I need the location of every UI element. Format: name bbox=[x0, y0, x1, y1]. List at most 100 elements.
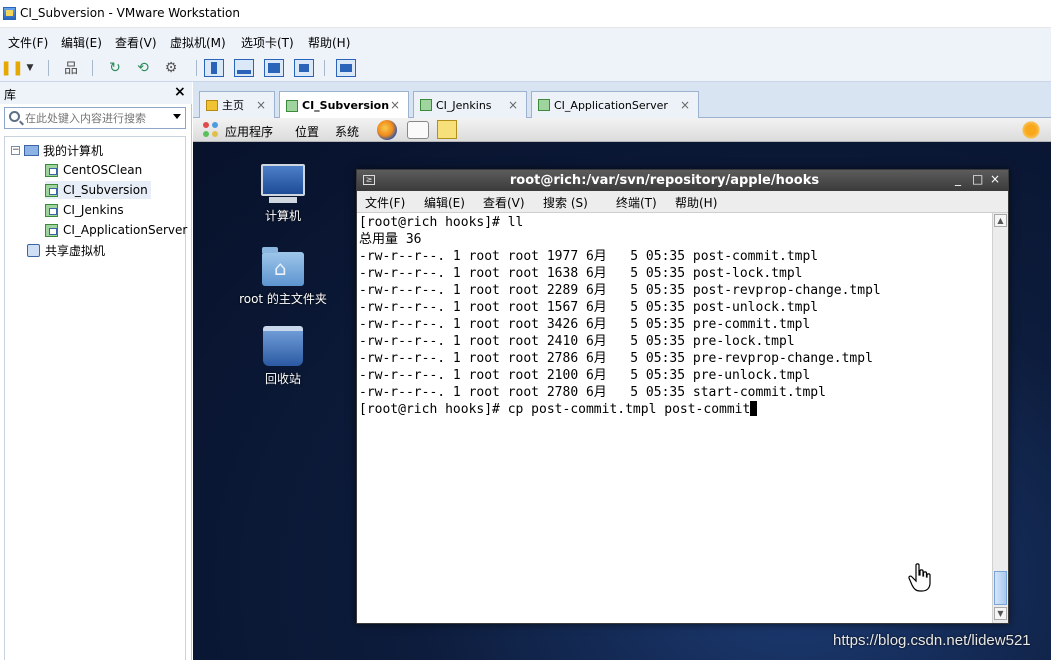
update-notification-icon[interactable] bbox=[1021, 120, 1041, 140]
terminal-menu-search[interactable]: 搜索 (S) bbox=[543, 194, 588, 211]
thumbnail-bar-icon[interactable] bbox=[234, 59, 254, 77]
mail-icon[interactable] bbox=[407, 121, 429, 139]
minimize-icon[interactable]: _ bbox=[955, 172, 961, 186]
vm-icon bbox=[538, 99, 550, 111]
computer-icon bbox=[24, 144, 39, 156]
guest-top-panel: 应用程序 位置 系统 bbox=[193, 118, 1051, 142]
menu-help[interactable]: 帮助(H) bbox=[308, 34, 350, 51]
applications-icon bbox=[203, 122, 219, 138]
menu-file[interactable]: 文件(F) bbox=[8, 34, 48, 51]
terminal-line: -rw-r--r--. 1 root root 2410 6月 5 05:35 … bbox=[359, 334, 795, 349]
library-header: 库 × bbox=[0, 82, 192, 104]
panel-places-menu[interactable]: 位置 bbox=[295, 123, 319, 140]
terminal-window[interactable]: ≥ root@rich:/var/svn/repository/apple/ho… bbox=[356, 169, 1009, 624]
terminal-menu-bar: 文件(F) 编辑(E) 查看(V) 搜索 (S) 终端(T) 帮助(H) bbox=[357, 191, 1008, 213]
scroll-up-icon[interactable]: ▲ bbox=[994, 214, 1007, 227]
terminal-menu-edit[interactable]: 编辑(E) bbox=[424, 194, 465, 211]
tree-item-label: CentOSClean bbox=[63, 163, 143, 177]
maximize-icon[interactable]: □ bbox=[972, 172, 983, 186]
terminal-menu-terminal[interactable]: 终端(T) bbox=[616, 194, 657, 211]
terminal-menu-view[interactable]: 查看(V) bbox=[483, 194, 525, 211]
toolbar-separator bbox=[48, 60, 49, 76]
home-folder-icon bbox=[262, 247, 304, 286]
full-screen-icon[interactable] bbox=[264, 59, 284, 77]
revert-snapshot-icon[interactable]: ⟲ bbox=[132, 58, 154, 78]
terminal-scrollbar[interactable]: ▲ ▼ bbox=[992, 213, 1008, 623]
vm-icon bbox=[45, 223, 58, 237]
search-dropdown-icon[interactable] bbox=[173, 114, 181, 119]
pause-icon[interactable]: ❚❚ bbox=[0, 58, 23, 78]
terminal-line: -rw-r--r--. 1 root root 1638 6月 5 05:35 … bbox=[359, 266, 803, 281]
tree-item-my-computer[interactable]: − 我的计算机 bbox=[11, 141, 103, 159]
tab-close-icon[interactable]: × bbox=[508, 98, 518, 112]
scrollbar-thumb[interactable] bbox=[994, 571, 1007, 605]
desktop-icon-trash[interactable]: 回收站 bbox=[228, 326, 338, 387]
vm-icon bbox=[45, 203, 58, 217]
library-close-icon[interactable]: × bbox=[174, 84, 186, 100]
hand-pointer-icon bbox=[908, 563, 931, 592]
menu-tabs[interactable]: 选项卡(T) bbox=[241, 34, 294, 51]
terminal-line: -rw-r--r--. 1 root root 2780 6月 5 05:35 … bbox=[359, 385, 826, 400]
library-title: 库 bbox=[4, 88, 17, 102]
tab-home[interactable]: 主页 × bbox=[199, 91, 275, 118]
terminal-prompt-line: [root@rich hooks]# cp post-commit.tmpl p… bbox=[359, 401, 758, 418]
show-library-icon[interactable] bbox=[204, 59, 224, 77]
terminal-line: -rw-r--r--. 1 root root 1977 6月 5 05:35 … bbox=[359, 249, 819, 264]
desktop-icon-computer[interactable]: 计算机 bbox=[228, 164, 338, 224]
terminal-line: -rw-r--r--. 1 root root 3426 6月 5 05:35 … bbox=[359, 317, 811, 332]
trash-icon bbox=[263, 326, 303, 366]
tree-item-centosclean[interactable]: CentOSClean bbox=[45, 161, 142, 179]
firefox-icon[interactable] bbox=[377, 120, 397, 140]
tab-close-icon[interactable]: × bbox=[390, 98, 400, 112]
desktop-icon-label: 计算机 bbox=[264, 209, 301, 223]
vm-icon bbox=[45, 163, 58, 177]
tree-item-label: CI_Jenkins bbox=[63, 203, 124, 217]
tree-item-shared-vms[interactable]: 共享虚拟机 bbox=[27, 241, 105, 259]
vm-screen[interactable]: 应用程序 位置 系统 计算机 root 的主文件夹 回收站 ≥ root@ric… bbox=[193, 118, 1051, 660]
terminal-line: -rw-r--r--. 1 root root 2786 6月 5 05:35 … bbox=[359, 351, 873, 366]
toolbar-separator bbox=[92, 60, 93, 76]
collapse-icon[interactable]: − bbox=[11, 145, 20, 155]
terminal-menu-help[interactable]: 帮助(H) bbox=[675, 194, 717, 211]
tab-ci-jenkins[interactable]: CI_Jenkins × bbox=[413, 91, 527, 118]
terminal-output[interactable]: [root@rich hooks]# ll 总用量 36 -rw-r--r--.… bbox=[357, 213, 992, 623]
desktop-icon-label: 回收站 bbox=[264, 372, 301, 386]
terminal-line: -rw-r--r--. 1 root root 1567 6月 5 05:35 … bbox=[359, 300, 819, 315]
terminal-titlebar[interactable]: ≥ root@rich:/var/svn/repository/apple/ho… bbox=[357, 170, 1008, 191]
desktop-icon-label: root 的主文件夹 bbox=[239, 292, 327, 306]
tree-item-ci-subversion[interactable]: CI_Subversion bbox=[45, 181, 151, 199]
menu-bar: 文件(F) 编辑(E) 查看(V) 虚拟机(M) 选项卡(T) 帮助(H) bbox=[0, 28, 1051, 54]
menu-view[interactable]: 查看(V) bbox=[115, 34, 157, 51]
tree-item-ci-applicationserver[interactable]: CI_ApplicationServer bbox=[45, 221, 187, 239]
shared-vm-icon bbox=[27, 243, 40, 257]
tab-ci-applicationserver[interactable]: CI_ApplicationServer × bbox=[531, 91, 699, 118]
close-icon[interactable]: × bbox=[990, 172, 1000, 186]
desktop-icon-home[interactable]: root 的主文件夹 bbox=[228, 247, 338, 307]
panel-applications-menu[interactable]: 应用程序 bbox=[225, 123, 273, 140]
tree-item-ci-jenkins[interactable]: CI_Jenkins bbox=[45, 201, 124, 219]
notes-icon[interactable] bbox=[437, 120, 457, 139]
library-search[interactable] bbox=[4, 107, 186, 129]
menu-edit[interactable]: 编辑(E) bbox=[61, 34, 102, 51]
terminal-line: -rw-r--r--. 1 root root 2289 6月 5 05:35 … bbox=[359, 283, 881, 298]
pause-dropdown-icon[interactable]: ▼ bbox=[24, 58, 36, 78]
snapshot-manager-icon[interactable]: ⚙ bbox=[160, 58, 182, 78]
home-icon bbox=[206, 99, 218, 111]
tab-bar: 主页 × CI_Subversion × CI_Jenkins × CI_App… bbox=[193, 82, 1051, 119]
tab-close-icon[interactable]: × bbox=[256, 98, 266, 112]
network-icon[interactable]: 品 bbox=[60, 58, 82, 78]
menu-vm[interactable]: 虚拟机(M) bbox=[170, 34, 226, 51]
library-search-input[interactable] bbox=[25, 110, 171, 126]
console-view-icon[interactable] bbox=[336, 59, 356, 77]
tab-label: CI_Subversion bbox=[302, 99, 390, 112]
scroll-down-icon[interactable]: ▼ bbox=[994, 607, 1007, 620]
snapshot-icon[interactable]: ↻ bbox=[104, 58, 126, 78]
unity-icon[interactable] bbox=[294, 59, 314, 77]
tab-close-icon[interactable]: × bbox=[680, 98, 690, 112]
tab-label: 主页 bbox=[222, 99, 244, 112]
vmware-app-icon bbox=[3, 7, 16, 20]
search-icon bbox=[9, 111, 20, 122]
tab-ci-subversion[interactable]: CI_Subversion × bbox=[279, 91, 409, 119]
terminal-menu-file[interactable]: 文件(F) bbox=[365, 194, 405, 211]
panel-system-menu[interactable]: 系统 bbox=[335, 123, 359, 140]
